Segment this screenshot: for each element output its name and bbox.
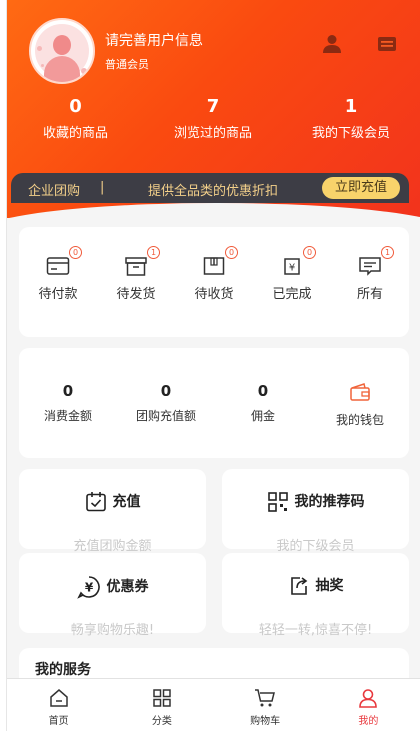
wallet-group-recharge[interactable]: 0 团购充值额 [121,382,211,424]
svg-text:¥: ¥ [289,263,295,274]
order-badge: 0 [303,246,316,259]
wallet-label: 消费金额 [43,409,92,423]
order-to-ship[interactable]: 1 待发货 [105,246,167,302]
banner-title: 企业团购 [28,184,81,199]
cart-icon [255,689,276,707]
yen-receipt-icon: ¥ [284,258,300,275]
order-badge: 0 [69,246,82,259]
user-name[interactable]: 请完善用户信息 [105,30,203,50]
order-label: 已完成 [272,287,312,302]
left-edge-strip [0,0,7,731]
banner-text: 提供全品类的优惠折扣 [148,184,279,199]
qrcode-icon [267,492,288,512]
avatar[interactable] [29,18,95,84]
wallet-value: 0 [62,382,74,400]
tab-label: 购物车 [250,716,281,727]
coupon-tile[interactable]: ¥ 优惠券 畅享购物乐趣! [19,553,206,638]
wallet-card: 0 消费金额 0 团购充值额 0 佣金 我的钱包 [19,348,409,458]
home-icon [49,689,68,707]
tile-title-row: ¥ 优惠券 [19,575,206,599]
tab-category[interactable]: 分类 [110,679,213,731]
services-title: 我的服务 [35,662,91,678]
wallet-commission[interactable]: 0 佣金 [218,382,308,424]
yen-coupon-icon: ¥ [76,576,100,599]
tile-subtitle: 畅享购物乐趣! [70,623,155,638]
member-level: 普通会员 [105,58,149,71]
wallet-label: 佣金 [250,409,275,423]
stat-browsed[interactable]: 7 浏览过的商品 [144,96,282,141]
wallet-label: 我的钱包 [335,413,384,427]
my-wallet[interactable]: 我的钱包 [315,382,405,428]
stat-label: 收藏的商品 [42,126,108,141]
tile-title: 抽奖 [315,578,344,594]
wallet-card-icon [46,257,70,275]
tile-title-row: 抽奖 [222,575,409,597]
tile-title: 我的推荐码 [294,494,365,510]
wallet-label: 团购充值额 [135,409,196,423]
tab-cart[interactable]: 购物车 [214,679,317,731]
wallet-consumption[interactable]: 0 消费金额 [23,382,113,424]
order-label: 待收货 [194,287,234,302]
wallet-icon [350,383,370,401]
list-icon [359,257,381,276]
box-icon [125,257,147,276]
tab-label: 我的 [358,716,379,727]
stat-label: 浏览过的商品 [173,126,252,141]
tile-subtitle: 轻轻一转,惊喜不停! [258,623,373,638]
person-icon [359,689,378,708]
message-icon[interactable] [375,32,399,56]
banner-separator: | [100,180,105,195]
stat-favorites[interactable]: 0 收藏的商品 [7,96,144,141]
order-pending-payment[interactable]: 0 待付款 [27,246,89,302]
wallet-value: 0 [160,382,172,400]
order-to-receive[interactable]: 0 待收货 [183,246,245,302]
tab-mine[interactable]: 我的 [317,679,420,731]
tile-subtitle: 我的下级会员 [276,539,355,554]
package-icon [203,257,225,275]
bottom-tab-bar: 首页 分类 购物车 我的 [7,678,420,731]
tile-title-row: 我的推荐码 [222,491,409,513]
stat-value: 0 [69,96,82,117]
order-label: 待发货 [116,287,156,302]
tab-home[interactable]: 首页 [7,679,110,731]
stat-label: 我的下级会员 [311,126,390,141]
order-badge: 0 [225,246,238,259]
order-badge: 1 [381,246,394,259]
order-completed[interactable]: 0 ¥ 已完成 [261,246,323,302]
order-badge: 1 [147,246,160,259]
order-label: 所有 [356,287,383,302]
svg-text:¥: ¥ [84,581,93,595]
share-box-icon [290,577,307,595]
recharge-now-button[interactable]: 立即充值 [322,177,400,199]
stat-value: 1 [344,96,358,117]
lottery-tile[interactable]: 抽奖 轻轻一转,惊喜不停! [222,553,409,638]
tile-title: 充值 [112,494,141,510]
tile-title: 优惠券 [106,579,149,595]
calendar-check-icon [85,492,106,512]
orders-card: 0 待付款 1 待发货 0 待收货 0 ¥ 已完成 1 所有 [19,227,409,337]
user-icon[interactable] [320,32,344,56]
wallet-icon-wrap [315,382,405,406]
tile-subtitle: 充值团购金额 [73,539,152,554]
header-curve [7,203,420,218]
order-label: 待付款 [38,287,78,302]
tab-label: 分类 [151,716,172,727]
stat-subordinates[interactable]: 1 我的下级会员 [282,96,420,141]
wallet-value: 0 [257,382,269,400]
order-all[interactable]: 1 所有 [339,246,401,302]
stat-value: 7 [206,96,220,117]
tile-title-row: 充值 [19,491,206,513]
referral-code-tile[interactable]: 我的推荐码 我的下级会员 [222,469,409,554]
stats-row: 0 收藏的商品 7 浏览过的商品 1 我的下级会员 [7,96,420,141]
recharge-tile[interactable]: 充值 充值团购金额 [19,469,206,554]
grid-icon [153,689,171,707]
tab-label: 首页 [48,716,69,727]
group-buy-banner: 企业团购 | 提供全品类的优惠折扣 立即充值 [11,173,409,203]
